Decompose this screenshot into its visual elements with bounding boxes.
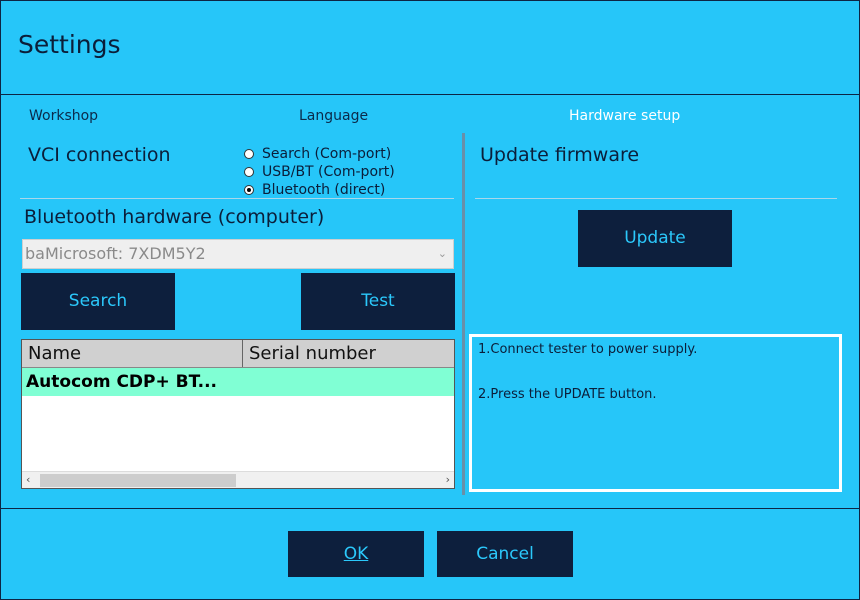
- panel-divider: [462, 133, 465, 495]
- tab-language[interactable]: Language: [299, 108, 368, 124]
- scroll-left-icon[interactable]: ‹: [26, 472, 30, 488]
- update-firmware-title: Update firmware: [480, 144, 640, 166]
- test-button[interactable]: Test: [301, 273, 455, 330]
- radio-label: Bluetooth (direct): [262, 182, 386, 198]
- cancel-button[interactable]: Cancel: [437, 531, 573, 577]
- search-button[interactable]: Search: [21, 273, 175, 330]
- radio-button-checked-icon[interactable]: [244, 185, 254, 195]
- radio-label: USB/BT (Com-port): [262, 164, 395, 180]
- table-header: Name Serial number: [22, 340, 454, 368]
- chevron-down-icon[interactable]: ⌄: [438, 240, 447, 268]
- radio-label: Search (Com-port): [262, 146, 392, 162]
- radio-button-icon[interactable]: [244, 149, 254, 159]
- window-title: Settings: [18, 30, 121, 59]
- scrollbar-thumb[interactable]: [40, 474, 236, 487]
- bluetooth-hardware-title: Bluetooth hardware (computer): [24, 206, 325, 228]
- test-button-label: Test: [361, 291, 395, 311]
- firmware-instructions-box: 1.Connect tester to power supply. 2.Pres…: [469, 334, 842, 492]
- horizontal-scrollbar[interactable]: ‹ ›: [22, 471, 454, 488]
- divider: [475, 198, 837, 199]
- column-header-name[interactable]: Name: [22, 340, 243, 367]
- radio-search-com-port[interactable]: Search (Com-port): [244, 145, 395, 163]
- title-bar: Settings: [0, 0, 860, 95]
- column-header-serial-number[interactable]: Serial number: [243, 340, 454, 367]
- divider: [20, 198, 454, 199]
- table-row[interactable]: Autocom CDP+ BT...: [22, 368, 454, 396]
- instruction-step-2: 2.Press the UPDATE button.: [478, 387, 657, 402]
- instruction-step-1: 1.Connect tester to power supply.: [478, 342, 698, 357]
- vci-connection-title: VCI connection: [28, 144, 171, 166]
- ok-button[interactable]: OK: [288, 531, 424, 577]
- cancel-button-label: Cancel: [476, 544, 534, 564]
- tab-bar: Workshop Language Hardware setup: [0, 108, 860, 128]
- footer-divider: [0, 508, 860, 509]
- radio-button-icon[interactable]: [244, 167, 254, 177]
- tab-workshop[interactable]: Workshop: [29, 108, 98, 124]
- radio-usb-bt-com-port[interactable]: USB/BT (Com-port): [244, 163, 395, 181]
- radio-bluetooth-direct[interactable]: Bluetooth (direct): [244, 181, 395, 199]
- ok-button-label: OK: [343, 544, 369, 564]
- vci-radio-group: Search (Com-port) USB/BT (Com-port) Blue…: [244, 145, 395, 199]
- update-button[interactable]: Update: [578, 210, 732, 267]
- update-button-label: Update: [624, 228, 686, 248]
- search-button-label: Search: [68, 291, 128, 311]
- tab-hardware-setup[interactable]: Hardware setup: [569, 108, 680, 124]
- table-cell-name: Autocom CDP+ BT...: [26, 372, 218, 392]
- bluetooth-device-table[interactable]: Name Serial number Autocom CDP+ BT... ‹ …: [21, 339, 455, 489]
- bluetooth-device-select[interactable]: baMicrosoft: 7XDM5Y2 ⌄: [22, 239, 454, 269]
- scroll-right-icon[interactable]: ›: [446, 472, 450, 488]
- bluetooth-device-value: baMicrosoft: 7XDM5Y2: [25, 244, 206, 263]
